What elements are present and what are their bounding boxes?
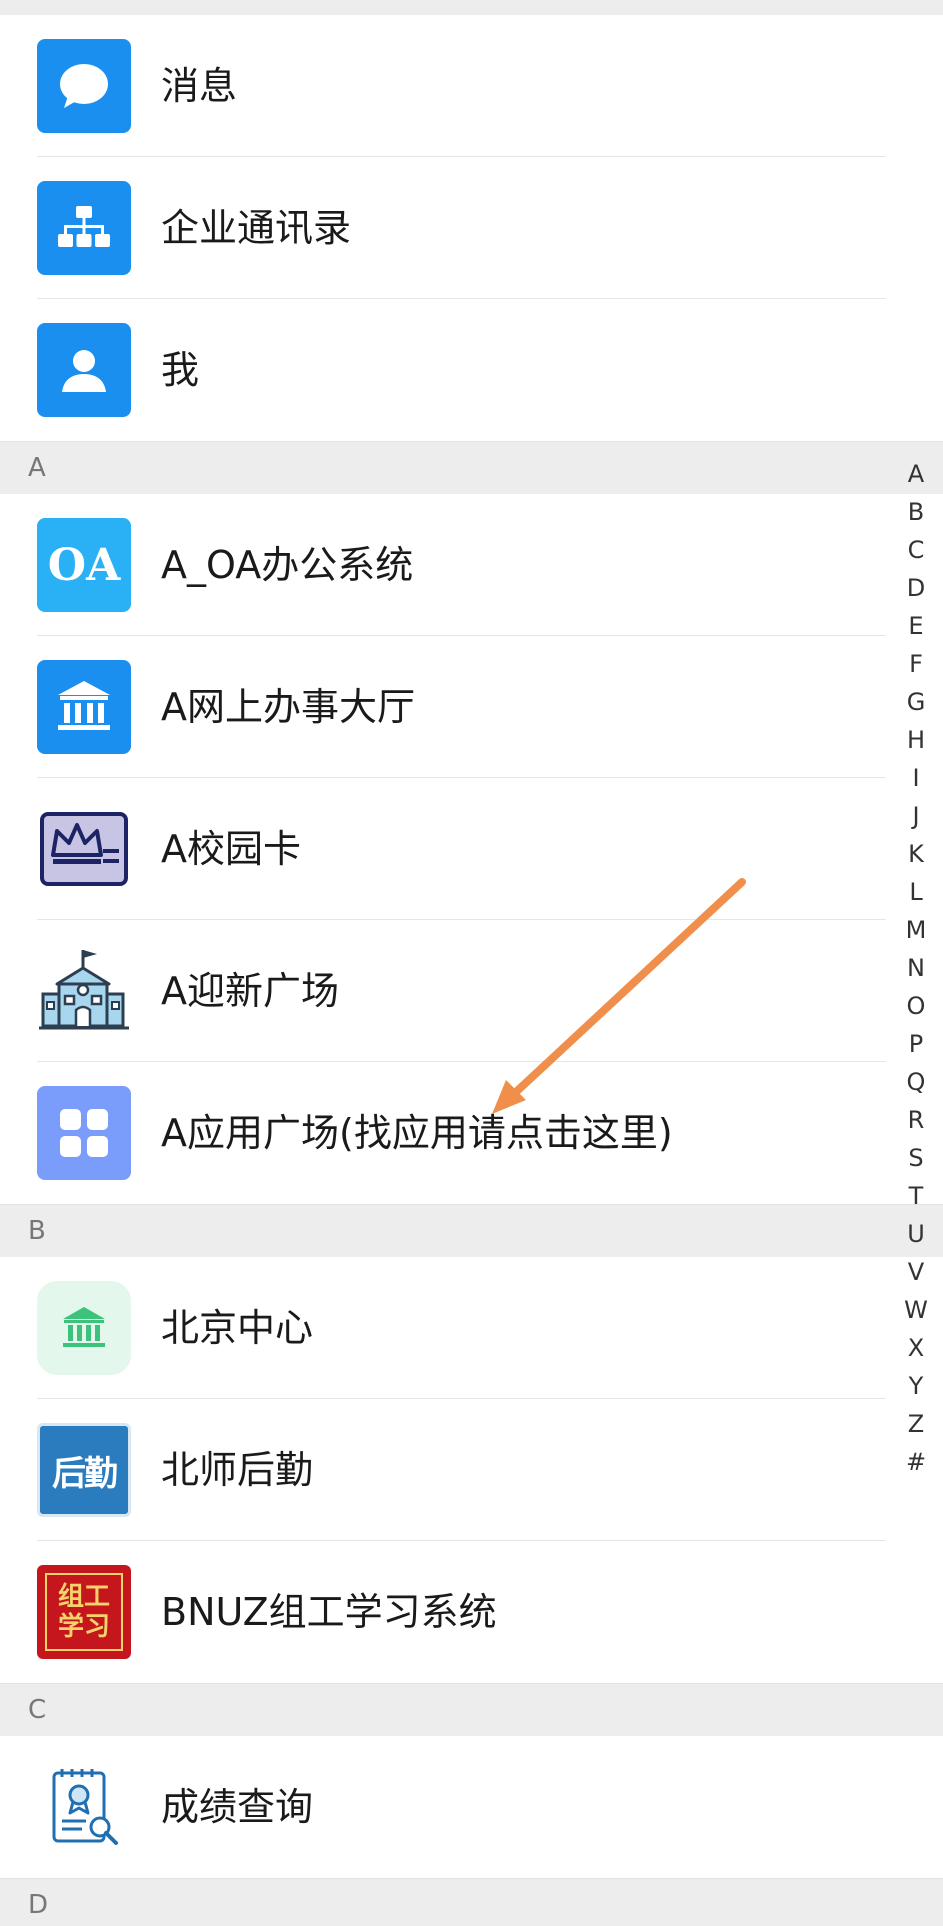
index-letter-g[interactable]: G	[907, 683, 926, 721]
index-letter-k[interactable]: K	[908, 835, 924, 873]
alphabet-index-bar[interactable]: A B C D E F G H I J K L M N O P Q R S T U V W X Y Z #	[901, 455, 931, 1481]
index-letter-l[interactable]: L	[909, 873, 922, 911]
app-item-campus-card[interactable]: A校园卡	[0, 778, 943, 920]
menu-item-messages[interactable]: 消息	[0, 15, 943, 157]
app-item-beijing-center[interactable]: 北京中心	[0, 1257, 943, 1399]
app-item-service-hall[interactable]: A网上办事大厅	[0, 636, 943, 778]
section-header-d: D	[0, 1878, 943, 1926]
index-letter-i[interactable]: I	[912, 759, 919, 797]
index-letter-y[interactable]: Y	[909, 1367, 924, 1405]
bank-icon	[37, 1281, 131, 1375]
index-letter-s[interactable]: S	[908, 1139, 923, 1177]
app-item-label: A迎新广场	[161, 969, 339, 1013]
school-building-icon	[37, 944, 131, 1038]
app-item-app-square[interactable]: A应用广场(找应用请点击这里)	[0, 1062, 943, 1204]
app-item-label: 成绩查询	[161, 1785, 314, 1829]
app-item-label: A应用广场(找应用请点击这里)	[161, 1111, 673, 1155]
oa-icon: OA	[37, 518, 131, 612]
menu-item-contacts[interactable]: 企业通讯录	[0, 157, 943, 299]
campus-card-icon	[37, 802, 131, 896]
index-letter-w[interactable]: W	[904, 1291, 928, 1329]
index-letter-v[interactable]: V	[908, 1253, 924, 1291]
index-letter-d[interactable]: D	[907, 569, 925, 607]
index-letter-n[interactable]: N	[907, 949, 925, 987]
study-logo-text: 组工学习	[57, 1582, 110, 1642]
menu-item-label: 企业通讯录	[161, 206, 352, 250]
oa-icon-text: OA	[47, 539, 121, 591]
menu-item-label: 我	[161, 348, 200, 392]
study-system-logo-icon: 组工学习	[37, 1565, 131, 1659]
menu-item-label: 消息	[161, 64, 238, 108]
index-letter-hash[interactable]: #	[906, 1443, 926, 1481]
section-header-c: C	[0, 1683, 943, 1736]
app-item-label: A_OA办公系统	[161, 543, 414, 587]
app-item-label: 北京中心	[161, 1306, 314, 1350]
certificate-search-icon	[37, 1760, 131, 1854]
org-chart-icon	[37, 181, 131, 275]
menu-item-me[interactable]: 我	[0, 299, 943, 441]
index-letter-u[interactable]: U	[907, 1215, 925, 1253]
app-item-label: BNUZ组工学习系统	[161, 1590, 497, 1634]
app-item-label: A网上办事大厅	[161, 685, 415, 729]
app-item-label: 北师后勤	[161, 1448, 314, 1492]
index-letter-x[interactable]: X	[908, 1329, 924, 1367]
app-item-bnu-logistics[interactable]: 后勤 北师后勤	[0, 1399, 943, 1541]
app-grid-icon	[37, 1086, 131, 1180]
app-item-welcome-square[interactable]: A迎新广场	[0, 920, 943, 1062]
app-item-oa[interactable]: OA A_OA办公系统	[0, 494, 943, 636]
index-letter-m[interactable]: M	[906, 911, 927, 949]
index-letter-o[interactable]: O	[907, 987, 926, 1025]
logistics-logo-icon: 后勤	[37, 1423, 131, 1517]
app-item-grade-query[interactable]: 成绩查询	[0, 1736, 943, 1878]
index-letter-h[interactable]: H	[907, 721, 925, 759]
index-letter-b[interactable]: B	[908, 493, 924, 531]
index-letter-j[interactable]: J	[912, 797, 919, 835]
index-letter-z[interactable]: Z	[908, 1405, 924, 1443]
app-item-bnuz-study[interactable]: 组工学习 BNUZ组工学习系统	[0, 1541, 943, 1683]
government-building-icon	[37, 660, 131, 754]
index-letter-f[interactable]: F	[909, 645, 923, 683]
index-letter-p[interactable]: P	[909, 1025, 923, 1063]
chat-bubble-icon	[37, 39, 131, 133]
index-letter-t[interactable]: T	[909, 1177, 924, 1215]
index-letter-c[interactable]: C	[908, 531, 925, 569]
person-icon	[37, 323, 131, 417]
top-strip	[0, 0, 943, 15]
app-item-label: A校园卡	[161, 827, 301, 871]
section-header-b: B	[0, 1204, 943, 1257]
index-letter-e[interactable]: E	[908, 607, 923, 645]
logistics-logo-text: 后勤	[52, 1453, 118, 1494]
index-letter-r[interactable]: R	[908, 1101, 925, 1139]
index-letter-a[interactable]: A	[908, 455, 924, 493]
index-letter-q[interactable]: Q	[907, 1063, 926, 1101]
section-header-a: A	[0, 441, 943, 494]
